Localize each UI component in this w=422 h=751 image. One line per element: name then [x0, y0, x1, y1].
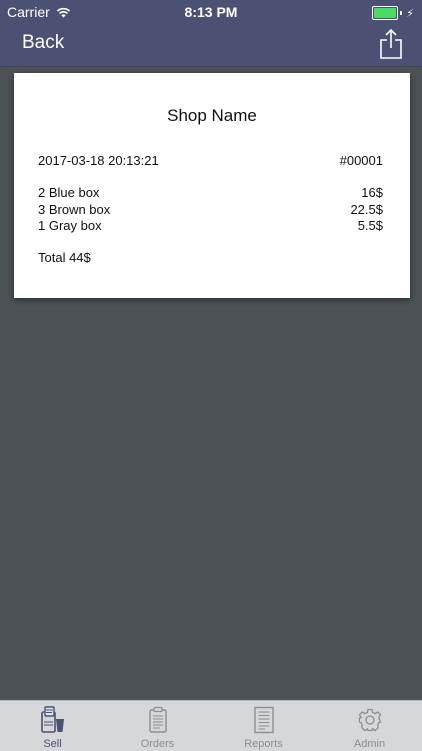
line-item-price: 5.5$ [357, 218, 383, 233]
tab-admin[interactable]: Admin [317, 701, 422, 751]
line-item-price: 22.5$ [350, 202, 383, 217]
receipt-header-row: 2017-03-18 20:13:21 #00001 [38, 153, 383, 168]
line-item-description: 3 Brown box [38, 202, 111, 217]
line-item-price: 16$ [361, 185, 383, 200]
tab-reports-label: Reports [244, 738, 283, 750]
shop-name: Shop Name [167, 106, 257, 125]
receipt-line-item: 2 Blue box 16$ [38, 185, 383, 200]
receipt-card: Shop Name 2017-03-18 20:13:21 #00001 2 B… [14, 73, 410, 298]
receipt-line-item: 1 Gray box 5.5$ [38, 218, 383, 233]
back-button[interactable]: Back [22, 32, 64, 54]
receipt-total: Total 44$ [38, 250, 91, 265]
tab-orders-label: Orders [140, 738, 175, 750]
tab-orders[interactable]: Orders [105, 701, 210, 751]
order-number: #00001 [339, 153, 383, 168]
reports-icon [254, 706, 274, 734]
share-icon[interactable] [378, 28, 404, 60]
navigation-bar: Back [0, 24, 422, 67]
tab-reports[interactable]: Reports [211, 701, 316, 751]
tab-bar: Sell Orders Reports Admin [0, 700, 422, 751]
line-item-description: 1 Gray box [38, 218, 102, 233]
gear-icon [358, 708, 382, 732]
status-time: 8:13 PM [184, 4, 238, 20]
tab-admin-label: Admin [353, 738, 386, 750]
line-item-description: 2 Blue box [38, 185, 100, 200]
status-bar: Carrier 8:13 PM ⚡ [0, 0, 422, 24]
sell-icon [41, 706, 64, 733]
receipt-total-row: Total 44$ [38, 250, 383, 265]
tab-sell-label: Sell [43, 738, 62, 750]
receipt-line-item: 3 Brown box 22.5$ [38, 202, 383, 217]
charging-icon: ⚡ [406, 7, 414, 20]
receipt-datetime: 2017-03-18 20:13:21 [38, 153, 159, 168]
tab-sell[interactable]: Sell [0, 701, 105, 751]
orders-icon [149, 706, 167, 733]
battery-icon: ⚡ [372, 6, 414, 20]
